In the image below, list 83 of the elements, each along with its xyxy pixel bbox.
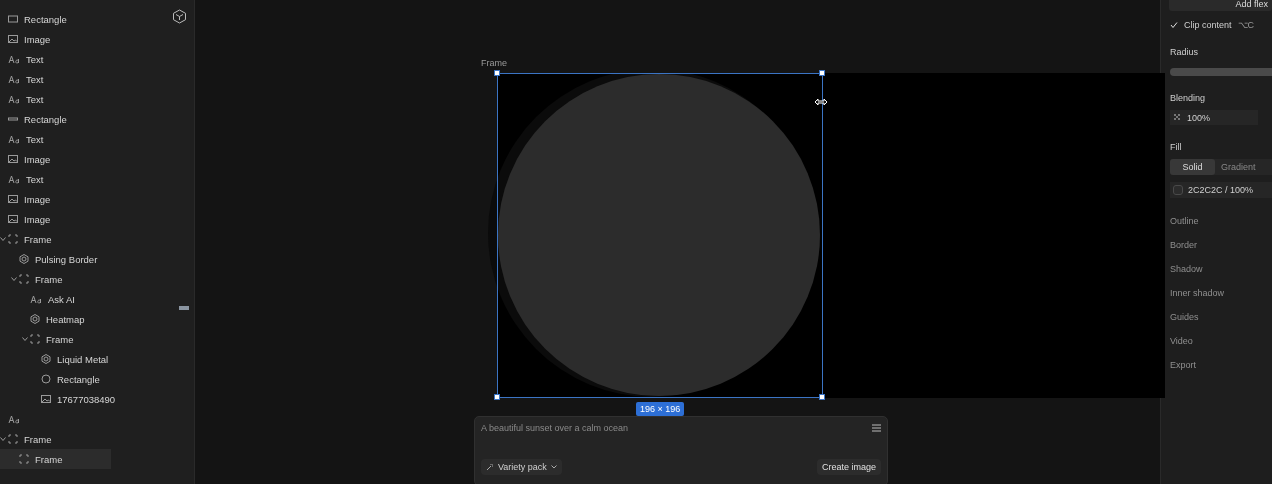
image-icon [8,154,18,164]
section-title: Blending [1170,93,1207,103]
layer-item[interactable]: Pulsing Border [0,249,111,269]
layer-item[interactable]: Frame [0,429,111,449]
line-icon [8,114,18,124]
clip-content-label: Clip content [1184,20,1232,30]
section-title: Fill [1170,142,1183,152]
radius-slider[interactable] [1170,68,1272,76]
section-header[interactable]: Inner shadow [1170,288,1272,298]
image-icon [8,214,18,224]
chevron-icon[interactable] [22,336,28,342]
text-icon [8,94,20,104]
create-image-button[interactable]: Create image [816,459,881,475]
text-icon [30,294,42,304]
layer-item[interactable]: Image [0,209,111,229]
layer-item[interactable]: Frame [0,229,111,249]
layer-item[interactable]: Text [0,69,111,89]
text-icon [8,134,20,144]
opacity-field[interactable]: 100% [1170,110,1258,125]
text-icon [8,54,20,64]
resize-handle[interactable] [494,70,500,76]
layer-item[interactable]: Text [0,129,111,149]
resize-cursor-icon [814,96,828,108]
frame-icon [19,274,29,284]
size-badge: 196 × 196 [636,402,685,416]
layer-item[interactable]: Image [0,149,111,169]
shader-icon [30,314,40,324]
fill-tab[interactable]: Gradient [1215,159,1260,175]
menu-icon[interactable] [872,424,881,432]
text-icon [8,174,20,184]
cube-icon[interactable] [172,9,187,24]
style-dropdown[interactable]: Variety pack [481,459,562,475]
section-title: Radius [1170,47,1199,57]
resize-handle[interactable] [494,394,500,400]
chevron-icon[interactable] [0,236,6,242]
frame-label: Frame [481,58,507,68]
frame-icon [19,454,29,464]
image-icon [8,34,18,44]
layer-item[interactable]: Rectangle [0,109,111,129]
section-header[interactable]: Shadow [1170,264,1272,274]
shader-icon [41,354,51,364]
check-icon[interactable] [1170,21,1178,29]
rectangle-icon [8,14,18,24]
resize-handle[interactable] [819,394,825,400]
scroll-marker [179,306,189,310]
prompt-field[interactable]: A beautiful sunset over a calm ocean [481,423,781,433]
layer-item[interactable]: Text [0,169,111,189]
layer-item[interactable]: Rectangle [0,9,111,29]
opacity-icon [1174,114,1181,121]
layer-item[interactable]: Heatmap [0,309,111,329]
layer-item[interactable]: Frame [0,329,111,349]
layer-item[interactable]: Ask AI [0,289,111,309]
layer-item[interactable]: Image [0,189,111,209]
section-header[interactable]: Guides [1170,312,1272,322]
ellipse-icon [41,374,51,384]
layer-item[interactable]: Frame [0,449,111,469]
frame-icon [8,434,18,444]
image-icon [8,194,18,204]
text-icon [8,74,20,84]
resize-handle[interactable] [819,70,825,76]
color-field[interactable]: 2C2C2C / 100% [1170,182,1272,198]
frame-icon [30,334,40,344]
shortcut-label: ⌥C [1237,20,1255,30]
chevron-icon[interactable] [11,276,17,282]
image-icon [41,394,51,404]
sparkle-icon [486,463,494,471]
section-header[interactable]: Border [1170,240,1272,250]
layer-item[interactable]: Frame [0,269,111,289]
chevron-icon[interactable] [0,436,6,442]
section-header[interactable]: Export [1170,360,1272,370]
layer-item[interactable]: Liquid Metal [0,349,111,369]
text-icon [8,414,20,424]
frame-icon [8,234,18,244]
layer-item[interactable]: Rectangle [0,369,111,389]
section-header[interactable]: Video [1170,336,1272,346]
caret-icon [550,465,557,469]
layer-item[interactable]: Image [0,29,111,49]
layer-item[interactable]: Text [0,49,111,69]
section-header[interactable]: Outline [1170,216,1272,226]
add-flex-button[interactable]: Add flex [1169,0,1272,11]
shader-icon [19,254,29,264]
fill-tab[interactable]: Solid [1170,159,1215,175]
layer-item[interactable]: Text [0,89,111,109]
